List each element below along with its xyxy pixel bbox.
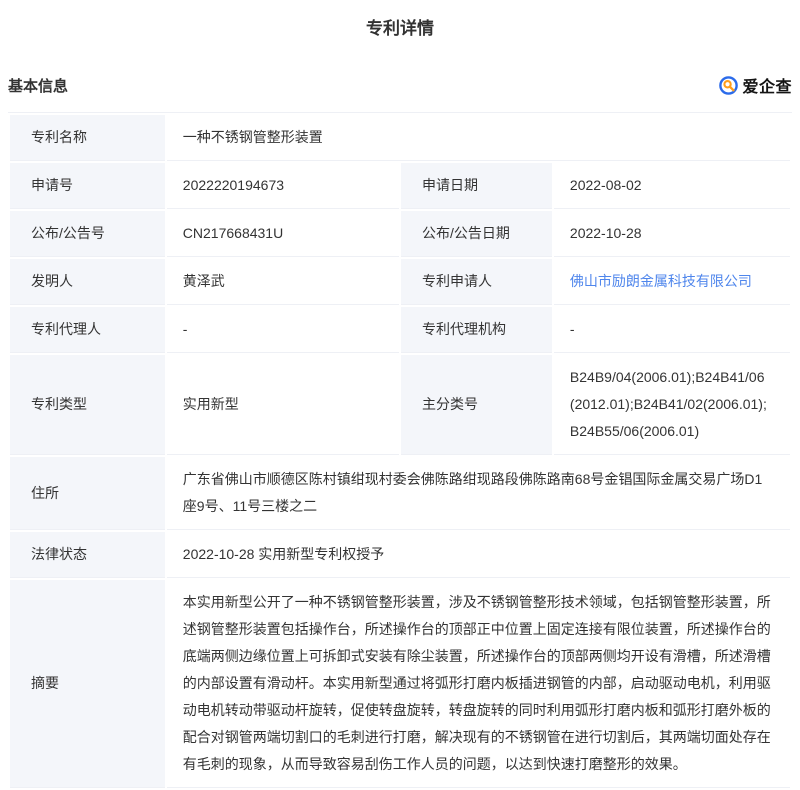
table-row: 发明人 黄泽武 专利申请人 佛山市励朗金属科技有限公司 (10, 259, 790, 305)
row-value: 本实用新型公开了一种不锈钢管整形装置，涉及不锈钢管整形技术领域，包括钢管整形装置… (166, 580, 790, 788)
table-row: 摘要 本实用新型公开了一种不锈钢管整形装置，涉及不锈钢管整形技术领域，包括钢管整形… (10, 580, 790, 788)
row-label: 公布/公告号 (10, 211, 165, 257)
row-value: 实用新型 (166, 355, 399, 455)
table-row: 申请号 2022220194673 申请日期 2022-08-02 (10, 163, 790, 209)
row-label: 专利类型 (10, 355, 165, 455)
table-row: 专利代理人 - 专利代理机构 - (10, 307, 790, 353)
page-title: 专利详情 (366, 19, 434, 38)
row-label: 主分类号 (400, 355, 552, 455)
basic-info-table: 专利名称 一种不锈钢管整形装置 申请号 2022220194673 申请日期 2022-0… (8, 112, 792, 790)
row-value: 2022-10-28 实用新型专利权授予 (166, 532, 790, 578)
row-value: 2022-10-28 (553, 211, 790, 257)
table-row: 公布/公告号 CN217668431U 公布/公告日期 2022-10-28 (10, 211, 790, 257)
row-value: - (166, 307, 399, 353)
patent-detail-page: 专利详情 基本信息 爱企查 专利名称 一种不锈钢管整形装置 申请号 202222019… (0, 14, 800, 790)
row-label: 申请日期 (400, 163, 552, 209)
section-heading: 基本信息 (8, 77, 69, 95)
row-label: 发明人 (10, 259, 165, 305)
row-label: 法律状态 (10, 532, 165, 578)
table-row: 专利类型 实用新型 主分类号 B24B9/04(2006.01);B24B41/06(… (10, 355, 790, 455)
row-value: CN217668431U (166, 211, 399, 257)
row-label: 专利代理人 (10, 307, 165, 353)
row-label: 住所 (10, 457, 165, 530)
table-row: 住所 广东省佛山市顺德区陈村镇绀现村委会佛陈路绀现路段佛陈路南68号金锠国际金属交… (10, 457, 790, 530)
row-label: 公布/公告日期 (400, 211, 552, 257)
row-value: 佛山市励朗金属科技有限公司 (553, 259, 790, 305)
table-row: 法律状态 2022-10-28 实用新型专利权授予 (10, 532, 790, 578)
row-label: 摘要 (10, 580, 165, 788)
row-value: 2022220194673 (166, 163, 399, 209)
row-label: 申请号 (10, 163, 165, 209)
company-link[interactable]: 佛山市励朗金属科技有限公司 (570, 273, 752, 289)
table-row: 专利名称 一种不锈钢管整形装置 (10, 115, 790, 161)
row-value: 一种不锈钢管整形装置 (166, 115, 790, 161)
row-value: B24B9/04(2006.01);B24B41/06(2012.01);B24… (553, 355, 790, 455)
row-value: 广东省佛山市顺德区陈村镇绀现村委会佛陈路绀现路段佛陈路南68号金锠国际金属交易广… (166, 457, 790, 530)
aiqicha-magnifier-icon (718, 75, 739, 96)
row-label: 专利申请人 (400, 259, 552, 305)
row-label: 专利名称 (10, 115, 165, 161)
section-header: 基本信息 爱企查 (8, 73, 792, 97)
aiqicha-logo[interactable]: 爱企查 (718, 73, 792, 97)
row-value: 黄泽武 (166, 259, 399, 305)
row-label: 专利代理机构 (400, 307, 552, 353)
row-value: 2022-08-02 (553, 163, 790, 209)
row-value: - (553, 307, 790, 353)
table-body: 专利名称 一种不锈钢管整形装置 申请号 2022220194673 申请日期 2022-0… (10, 115, 790, 788)
aiqicha-logo-text: 爱企查 (742, 79, 792, 96)
